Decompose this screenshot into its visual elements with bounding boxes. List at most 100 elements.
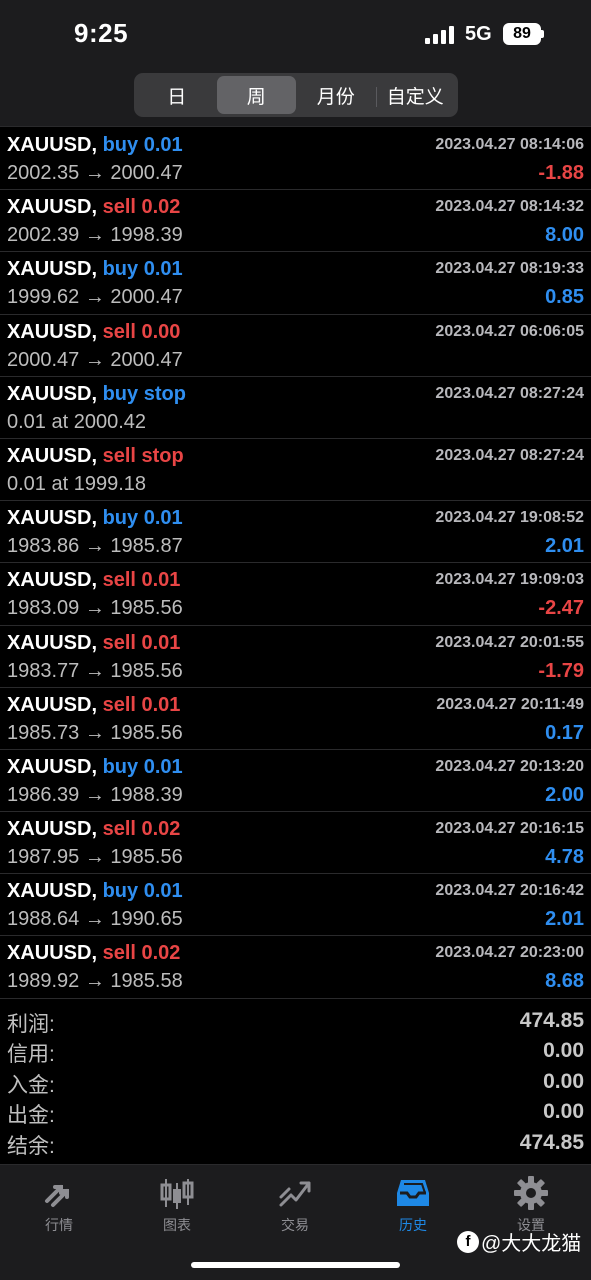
- tab-history[interactable]: 历史: [354, 1171, 472, 1237]
- summary-credit-row: 信用: 0.00: [0, 1036, 591, 1066]
- order-row[interactable]: XAUUSD, buy 0.01 2023.04.27 19:08:52 1983.…: [0, 501, 591, 564]
- order-time: 2023.04.27 08:14:06: [435, 136, 584, 153]
- order-profit: 2.00: [545, 783, 584, 806]
- tab-trade[interactable]: 交易: [236, 1171, 354, 1237]
- order-type: buy 0.01: [102, 880, 183, 903]
- order-title: XAUUSD, sell 0.02: [7, 942, 180, 965]
- order-prices: 1989.92 → 1985.58: [7, 970, 183, 993]
- summary-deposit-row: 入金: 0.00: [0, 1067, 591, 1097]
- order-row[interactable]: XAUUSD, buy 0.01 2023.04.27 08:19:33 1999.…: [0, 252, 591, 315]
- tab-quotes[interactable]: 行情: [0, 1171, 118, 1237]
- order-row[interactable]: XAUUSD, sell 0.01 2023.04.27 20:01:55 1983…: [0, 626, 591, 688]
- order-type: sell 0.02: [102, 196, 181, 219]
- order-profit: 2.01: [545, 535, 584, 558]
- order-type: sell 0.00: [102, 320, 181, 343]
- deposit-value: 0.00: [543, 1069, 584, 1093]
- order-time: 2023.04.27 20:13:20: [435, 757, 584, 775]
- order-title: XAUUSD, sell 0.01: [7, 569, 180, 592]
- tab-chart-label: 图表: [163, 1217, 191, 1233]
- order-title: XAUUSD, sell stop: [7, 445, 184, 468]
- order-title: XAUUSD, buy 0.01: [7, 134, 183, 157]
- order-prices: 1985.73 → 1985.56: [7, 721, 183, 744]
- order-row[interactable]: XAUUSD, buy 0.01 2023.04.27 08:14:06 2002.…: [0, 128, 591, 191]
- trade-icon: [279, 1181, 311, 1207]
- header: 日 周 月份 自定义: [0, 70, 591, 127]
- order-title: XAUUSD, buy 0.01: [7, 880, 183, 903]
- tab-history-label: 历史: [399, 1217, 427, 1233]
- order-time: 2023.04.27 20:16:15: [435, 820, 584, 838]
- order-profit: 4.78: [545, 846, 584, 869]
- withdrawal-value: 0.00: [543, 1100, 584, 1124]
- order-row[interactable]: XAUUSD, sell 0.02 2023.04.27 08:14:32 2002…: [0, 190, 591, 253]
- order-time: 2023.04.27 20:23:00: [435, 944, 584, 962]
- order-row[interactable]: XAUUSD, sell 0.02 2023.04.27 20:23:00 1989…: [0, 936, 591, 999]
- order-prices: 1983.09 → 1985.56: [7, 597, 183, 620]
- order-title: XAUUSD, buy 0.01: [7, 258, 183, 281]
- order-time: 2023.04.27 08:14:32: [435, 198, 584, 216]
- order-type: buy 0.01: [102, 134, 183, 156]
- watermark: f @大大龙猫: [457, 1227, 581, 1256]
- order-row[interactable]: XAUUSD, buy 0.01 2023.04.27 20:13:20 1986.…: [0, 750, 591, 813]
- balance-value: 474.85: [519, 1130, 584, 1154]
- weibo-logo-icon: f: [457, 1230, 479, 1253]
- order-symbol: XAUUSD,: [7, 320, 98, 343]
- order-profit: 0.85: [545, 286, 584, 309]
- tab-week[interactable]: 周: [216, 76, 296, 114]
- order-symbol: XAUUSD,: [7, 942, 98, 965]
- order-type: sell 0.02: [102, 818, 181, 841]
- order-symbol: XAUUSD,: [7, 507, 98, 530]
- order-row[interactable]: XAUUSD, buy 0.01 2023.04.27 20:16:42 1988.…: [0, 874, 591, 937]
- credit-label: 信用:: [7, 1043, 55, 1067]
- watermark-text: @大大龙猫: [481, 1233, 582, 1255]
- order-prices: 1987.95 → 1985.56: [7, 846, 183, 869]
- order-time: 2023.04.27 20:01:55: [435, 633, 584, 651]
- tab-month[interactable]: 月份: [296, 76, 376, 114]
- gear-icon: [514, 1176, 548, 1210]
- profit-label: 利润:: [7, 1013, 55, 1036]
- order-prices: 2000.47 → 2000.47: [7, 348, 183, 371]
- order-title: XAUUSD, sell 0.01: [7, 632, 180, 655]
- order-title: XAUUSD, buy 0.01: [7, 756, 183, 779]
- order-profit: -1.88: [538, 162, 584, 184]
- history-inbox-icon: [397, 1180, 429, 1206]
- order-symbol: XAUUSD,: [7, 880, 98, 903]
- order-time: 2023.04.27 19:08:52: [435, 509, 584, 527]
- credit-value: 0.00: [543, 1039, 584, 1063]
- order-row[interactable]: XAUUSD, sell 0.01 2023.04.27 20:11:49 1985…: [0, 688, 591, 750]
- order-profit: 2.01: [545, 908, 584, 931]
- balance-label: 结余:: [7, 1134, 55, 1158]
- order-title: XAUUSD, sell 0.01: [7, 694, 180, 717]
- order-prices: 1999.62 → 2000.47: [7, 286, 183, 309]
- tab-custom[interactable]: 自定义: [375, 76, 456, 114]
- order-row[interactable]: XAUUSD, sell 0.01 2023.04.27 19:09:03 1983…: [0, 563, 591, 626]
- order-prices: 2002.39 → 1998.39: [7, 224, 183, 247]
- deposit-label: 入金:: [7, 1073, 55, 1097]
- order-type: buy stop: [102, 382, 186, 405]
- network-type: 5G: [465, 23, 492, 45]
- order-type: sell 0.01: [102, 631, 181, 654]
- tab-trade-label: 交易: [281, 1217, 309, 1233]
- order-prices: 1986.39 → 1988.39: [7, 783, 183, 806]
- order-history-list: XAUUSD, buy 0.01 2023.04.27 08:14:06 2002.…: [0, 128, 591, 999]
- quotes-icon: [45, 1185, 69, 1207]
- order-title: XAUUSD, sell 0.02: [7, 818, 180, 841]
- order-prices: 1988.64 → 1990.65: [7, 908, 183, 931]
- order-symbol: XAUUSD,: [7, 818, 98, 841]
- order-row[interactable]: XAUUSD, sell stop 2023.04.27 08:27:24 0.01…: [0, 439, 591, 502]
- order-profit: 8.00: [545, 224, 584, 247]
- tab-day[interactable]: 日: [137, 76, 217, 114]
- order-row[interactable]: XAUUSD, buy stop 2023.04.27 08:27:24 0.01 …: [0, 377, 591, 439]
- order-symbol: XAUUSD,: [7, 196, 98, 219]
- order-row[interactable]: XAUUSD, sell 0.00 2023.04.27 06:06:05 2000…: [0, 315, 591, 377]
- order-time: 2023.04.27 08:27:24: [435, 446, 584, 464]
- battery-icon: 89: [503, 23, 541, 45]
- order-row[interactable]: XAUUSD, sell 0.02 2023.04.27 20:16:15 1987…: [0, 812, 591, 875]
- order-time: 2023.04.27 08:27:24: [435, 384, 584, 402]
- order-type: sell 0.02: [102, 942, 181, 965]
- profit-value: 474.85: [519, 1009, 584, 1032]
- battery-tip: [541, 30, 544, 38]
- order-prices: 0.01 at 1999.18: [7, 472, 147, 495]
- status-bar: 9:25 5G 89: [0, 0, 591, 70]
- order-time: 2023.04.27 19:09:03: [435, 571, 584, 589]
- tab-chart[interactable]: 图表: [118, 1171, 236, 1237]
